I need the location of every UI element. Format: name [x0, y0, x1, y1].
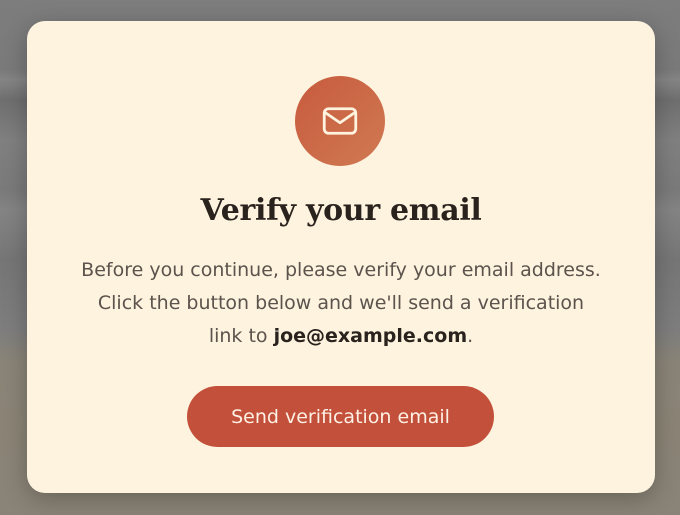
email-address: joe@example.com — [273, 325, 468, 347]
modal-description: Before you continue, please verify your … — [81, 254, 601, 353]
verify-email-modal: Verify your email Before you continue, p… — [27, 21, 655, 493]
envelope-icon-badge — [295, 76, 385, 166]
modal-title: Verify your email — [200, 193, 482, 228]
description-end: . — [467, 325, 474, 347]
envelope-icon — [322, 107, 358, 135]
send-verification-email-button[interactable]: Send verification email — [187, 386, 494, 447]
